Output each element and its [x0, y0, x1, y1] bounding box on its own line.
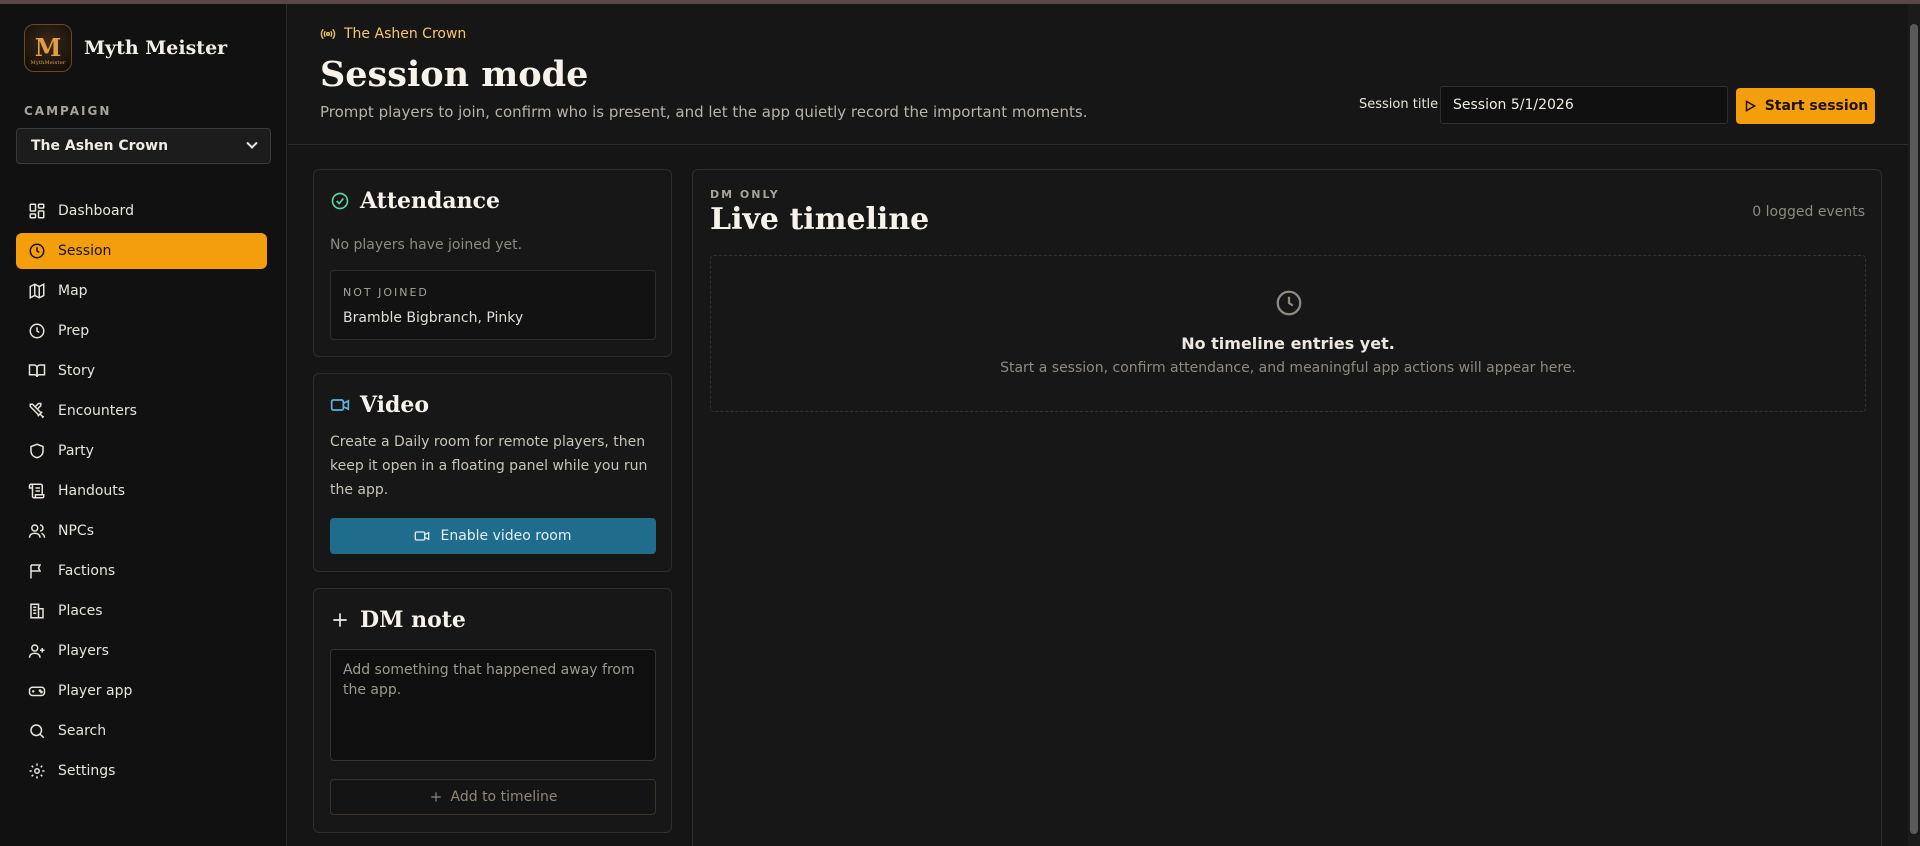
clock-icon	[1276, 290, 1302, 316]
chevron-down-icon	[246, 137, 258, 149]
page-title: Session mode	[320, 54, 589, 95]
sidebar-item-npcs[interactable]: NPCs	[16, 513, 267, 549]
video-icon	[415, 531, 430, 541]
sidebar-item-players[interactable]: Players	[16, 633, 267, 669]
sidebar-item-settings[interactable]: Settings	[16, 753, 267, 789]
plus-icon	[333, 613, 347, 627]
sidebar-item-party[interactable]: Party	[16, 433, 267, 469]
page-header: The Ashen Crown Session mode Prompt play…	[288, 4, 1908, 145]
dm-note-card: DM note Add to timeline	[313, 588, 672, 833]
gamepad-icon	[28, 686, 46, 697]
video-title: Video	[330, 392, 429, 418]
dm-only-tag: DM ONLY	[710, 188, 780, 201]
building-icon	[30, 603, 44, 619]
sidebar-item-player-app[interactable]: Player app	[16, 673, 267, 709]
shield-icon	[30, 443, 44, 459]
not-joined-players: Bramble Bigbranch, Pinky	[343, 310, 524, 326]
timeline-card: DM ONLY Live timeline 0 logged events No…	[692, 169, 1882, 846]
clock-icon	[29, 323, 45, 339]
flag-icon	[30, 564, 42, 579]
video-icon	[330, 399, 350, 411]
brand[interactable]: M MythMeister Myth Meister	[24, 24, 227, 72]
user-plus-icon	[28, 644, 45, 658]
video-card: Video Create a Daily room for remote pla…	[313, 373, 672, 572]
clock-icon	[29, 243, 45, 259]
map-icon	[29, 283, 45, 299]
add-to-timeline-button[interactable]: Add to timeline	[330, 779, 656, 815]
timeline-empty-state: No timeline entries yet. Start a session…	[710, 255, 1866, 412]
campaign-select[interactable]: The Ashen Crown	[16, 128, 271, 164]
scroll-icon	[28, 483, 45, 499]
breadcrumb: The Ashen Crown	[320, 26, 466, 42]
sidebar-item-encounters[interactable]: Encounters	[16, 393, 267, 429]
campaign-selected: The Ashen Crown	[31, 138, 169, 154]
attendance-empty: No players have joined yet.	[330, 237, 523, 253]
swords-icon	[29, 402, 45, 419]
session-title-input[interactable]	[1440, 86, 1728, 124]
plus-icon	[430, 792, 441, 802]
sidebar-item-map[interactable]: Map	[16, 273, 267, 309]
book-open-icon	[28, 364, 46, 378]
empty-title: No timeline entries yet.	[1181, 334, 1395, 353]
sidebar-item-story[interactable]: Story	[16, 353, 267, 389]
sidebar-item-prep[interactable]: Prep	[16, 313, 267, 349]
start-session-button[interactable]: Start session	[1736, 88, 1875, 124]
attendance-title: Attendance	[330, 188, 500, 214]
page-scrollbar[interactable]	[1908, 4, 1920, 846]
enable-video-room-button[interactable]: Enable video room	[330, 518, 656, 554]
search-icon	[30, 724, 45, 739]
not-joined-box: NOT JOINED Bramble Bigbranch, Pinky	[330, 270, 656, 340]
sidebar-item-factions[interactable]: Factions	[16, 553, 267, 589]
not-joined-label: NOT JOINED	[343, 286, 429, 299]
sidebar-item-dashboard[interactable]: Dashboard	[16, 193, 267, 229]
empty-text: Start a session, confirm attendance, and…	[1000, 360, 1576, 376]
scrollbar-thumb[interactable]	[1910, 24, 1918, 834]
sidebar: M MythMeister Myth Meister CAMPAIGN The …	[0, 4, 287, 846]
page-subtitle: Prompt players to join, confirm who is p…	[320, 103, 1088, 121]
check-circle-icon	[331, 192, 349, 210]
sidebar-item-places[interactable]: Places	[16, 593, 267, 629]
attendance-card: Attendance No players have joined yet. N…	[313, 169, 672, 357]
timeline-count: 0 logged events	[1752, 204, 1865, 220]
video-description: Create a Daily room for remote players, …	[330, 434, 648, 498]
sidebar-nav: Dashboard Session Map Prep Story Encount…	[16, 193, 267, 793]
play-icon	[1745, 100, 1756, 112]
dashboard-icon	[29, 203, 45, 219]
dm-note-textarea[interactable]	[330, 649, 656, 761]
timeline-title: Live timeline	[710, 202, 930, 237]
session-title-label: Session title	[1359, 97, 1439, 112]
dm-note-title: DM note	[330, 607, 466, 633]
sidebar-item-session[interactable]: Session	[16, 233, 267, 269]
broadcast-icon	[320, 28, 336, 40]
sidebar-item-search[interactable]: Search	[16, 713, 267, 749]
campaign-label: CAMPAIGN	[24, 104, 112, 118]
brand-name: Myth Meister	[84, 37, 228, 59]
logo: M MythMeister	[24, 24, 72, 72]
sidebar-item-handouts[interactable]: Handouts	[16, 473, 267, 509]
gear-icon	[29, 763, 45, 779]
users-icon	[28, 524, 46, 538]
